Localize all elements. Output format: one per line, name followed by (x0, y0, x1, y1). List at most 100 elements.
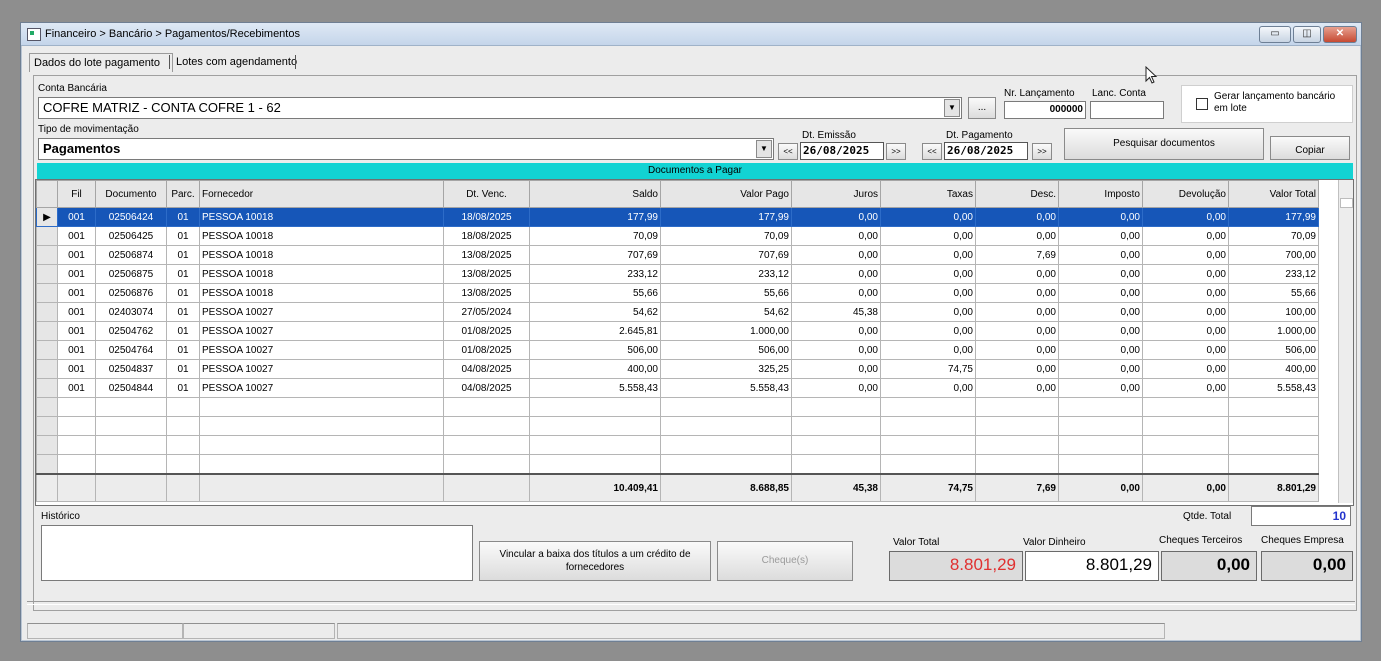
cell-dt-venc[interactable]: 18/08/2025 (443, 207, 530, 227)
cell-dt-venc[interactable]: 13/08/2025 (443, 264, 530, 284)
dt-emissao-prev-button[interactable]: << (778, 143, 798, 160)
cell-devolucao[interactable]: 0,00 (1142, 359, 1229, 379)
table-row[interactable]: 001 02506425 01 PESSOA 10018 18/08/2025 70,09… (36, 226, 1319, 246)
row-indicator[interactable] (36, 283, 58, 303)
row-indicator[interactable] (36, 226, 58, 246)
cell-valor-pago[interactable]: 70,09 (660, 226, 792, 246)
cell-imposto[interactable]: 0,00 (1058, 245, 1143, 265)
valor-dinheiro-field[interactable]: 8.801,29 (1025, 551, 1159, 581)
table-row[interactable]: 001 02504762 01 PESSOA 10027 01/08/2025 2.645… (36, 321, 1319, 341)
close-button[interactable]: ✕ (1323, 26, 1357, 43)
cell-valor-total[interactable]: 1.000,00 (1228, 321, 1319, 341)
cell-parc[interactable]: 01 (166, 245, 200, 265)
cell-documento[interactable]: 02506424 (95, 207, 167, 227)
cell-fil[interactable]: 001 (57, 264, 96, 284)
cell-saldo[interactable]: 707,69 (529, 245, 661, 265)
cell-devolucao[interactable]: 0,00 (1142, 378, 1229, 398)
cell-taxas[interactable]: 0,00 (880, 321, 976, 341)
cell-parc[interactable]: 01 (166, 302, 200, 322)
table-row[interactable]: ▶ 001 02506424 01 PESSOA 10018 18/08/2025 177,… (36, 207, 1319, 227)
gerar-lote-checkbox[interactable] (1196, 98, 1208, 110)
cell-dt-venc[interactable]: 13/08/2025 (443, 283, 530, 303)
dt-pagamento-next-button[interactable]: >> (1032, 143, 1052, 160)
conta-bancaria-select[interactable]: COFRE MATRIZ - CONTA COFRE 1 - 62 ▼ (38, 97, 962, 119)
cell-desc[interactable]: 0,00 (975, 207, 1059, 227)
row-selected-indicator-icon[interactable]: ▶ (36, 207, 58, 227)
cell-valor-pago[interactable]: 5.558,43 (660, 378, 792, 398)
cell-saldo[interactable]: 177,99 (529, 207, 661, 227)
cell-valor-pago[interactable]: 1.000,00 (660, 321, 792, 341)
cell-valor-pago[interactable]: 177,99 (660, 207, 792, 227)
cell-valor-total[interactable]: 5.558,43 (1228, 378, 1319, 398)
restore-button[interactable]: ◫ (1293, 26, 1321, 43)
cell-valor-pago[interactable]: 325,25 (660, 359, 792, 379)
cell-documento[interactable]: 02504837 (95, 359, 167, 379)
tab-lotes-agendamento[interactable]: Lotes com agendamento (172, 53, 301, 71)
cell-desc[interactable]: 0,00 (975, 340, 1059, 360)
conta-lookup-button[interactable]: ... (968, 97, 996, 119)
cell-saldo[interactable]: 70,09 (529, 226, 661, 246)
cell-saldo[interactable]: 2.645,81 (529, 321, 661, 341)
cell-imposto[interactable]: 0,00 (1058, 283, 1143, 303)
cell-juros[interactable]: 0,00 (791, 264, 881, 284)
cell-juros[interactable]: 0,00 (791, 378, 881, 398)
col-parc[interactable]: Parc. (166, 180, 200, 208)
cell-fil[interactable]: 001 (57, 321, 96, 341)
cell-dt-venc[interactable]: 13/08/2025 (443, 245, 530, 265)
col-taxas[interactable]: Taxas (880, 180, 976, 208)
nr-lancamento-field[interactable]: 000000 (1004, 101, 1086, 119)
cell-documento[interactable]: 02504844 (95, 378, 167, 398)
cell-documento[interactable]: 02506874 (95, 245, 167, 265)
cell-juros[interactable]: 0,00 (791, 340, 881, 360)
col-documento[interactable]: Documento (95, 180, 167, 208)
cell-documento[interactable]: 02504764 (95, 340, 167, 360)
chevron-down-icon[interactable]: ▼ (756, 140, 772, 158)
cell-juros[interactable]: 0,00 (791, 359, 881, 379)
chevron-down-icon[interactable]: ▼ (944, 99, 960, 117)
cell-documento[interactable]: 02403074 (95, 302, 167, 322)
cell-devolucao[interactable]: 0,00 (1142, 302, 1229, 322)
vincular-credito-button[interactable]: Vincular a baixa dos títulos a um crédit… (479, 541, 711, 581)
cell-saldo[interactable]: 54,62 (529, 302, 661, 322)
cell-valor-pago[interactable]: 506,00 (660, 340, 792, 360)
cell-fornecedor[interactable]: PESSOA 10027 (199, 340, 444, 360)
cell-devolucao[interactable]: 0,00 (1142, 207, 1229, 227)
minimize-button[interactable]: ▭ (1259, 26, 1291, 43)
cell-parc[interactable]: 01 (166, 378, 200, 398)
col-juros[interactable]: Juros (791, 180, 881, 208)
cell-fil[interactable]: 001 (57, 245, 96, 265)
cell-imposto[interactable]: 0,00 (1058, 264, 1143, 284)
cell-saldo[interactable]: 233,12 (529, 264, 661, 284)
cell-taxas[interactable]: 0,00 (880, 264, 976, 284)
cell-imposto[interactable]: 0,00 (1058, 321, 1143, 341)
grid-scrollbar[interactable] (1338, 180, 1353, 503)
row-indicator[interactable] (36, 245, 58, 265)
cell-valor-total[interactable]: 55,66 (1228, 283, 1319, 303)
cell-fornecedor[interactable]: PESSOA 10018 (199, 245, 444, 265)
cell-devolucao[interactable]: 0,00 (1142, 264, 1229, 284)
table-row[interactable]: 001 02504764 01 PESSOA 10027 01/08/2025 506,0… (36, 340, 1319, 360)
cell-dt-venc[interactable]: 01/08/2025 (443, 321, 530, 341)
col-fil[interactable]: Fil (57, 180, 96, 208)
cell-parc[interactable]: 01 (166, 321, 200, 341)
historico-field[interactable] (41, 525, 473, 581)
tipo-mov-select[interactable]: Pagamentos ▼ (38, 138, 774, 160)
cell-taxas[interactable]: 0,00 (880, 302, 976, 322)
col-valor-total[interactable]: Valor Total (1228, 180, 1319, 208)
col-saldo[interactable]: Saldo (529, 180, 661, 208)
cell-devolucao[interactable]: 0,00 (1142, 283, 1229, 303)
cell-parc[interactable]: 01 (166, 207, 200, 227)
cell-fornecedor[interactable]: PESSOA 10027 (199, 359, 444, 379)
cell-fornecedor[interactable]: PESSOA 10018 (199, 207, 444, 227)
cell-taxas[interactable]: 0,00 (880, 378, 976, 398)
cell-valor-pago[interactable]: 707,69 (660, 245, 792, 265)
dt-emissao-field[interactable]: 26/08/2025 (800, 142, 884, 160)
cell-saldo[interactable]: 5.558,43 (529, 378, 661, 398)
cell-taxas[interactable]: 0,00 (880, 283, 976, 303)
cell-imposto[interactable]: 0,00 (1058, 207, 1143, 227)
table-row[interactable]: 001 02504844 01 PESSOA 10027 04/08/2025 5.558… (36, 378, 1319, 398)
col-fornecedor[interactable]: Fornecedor (199, 180, 444, 208)
tab-dados-lote[interactable]: Dados do lote pagamento (29, 53, 173, 72)
cell-documento[interactable]: 02506425 (95, 226, 167, 246)
cell-parc[interactable]: 01 (166, 264, 200, 284)
